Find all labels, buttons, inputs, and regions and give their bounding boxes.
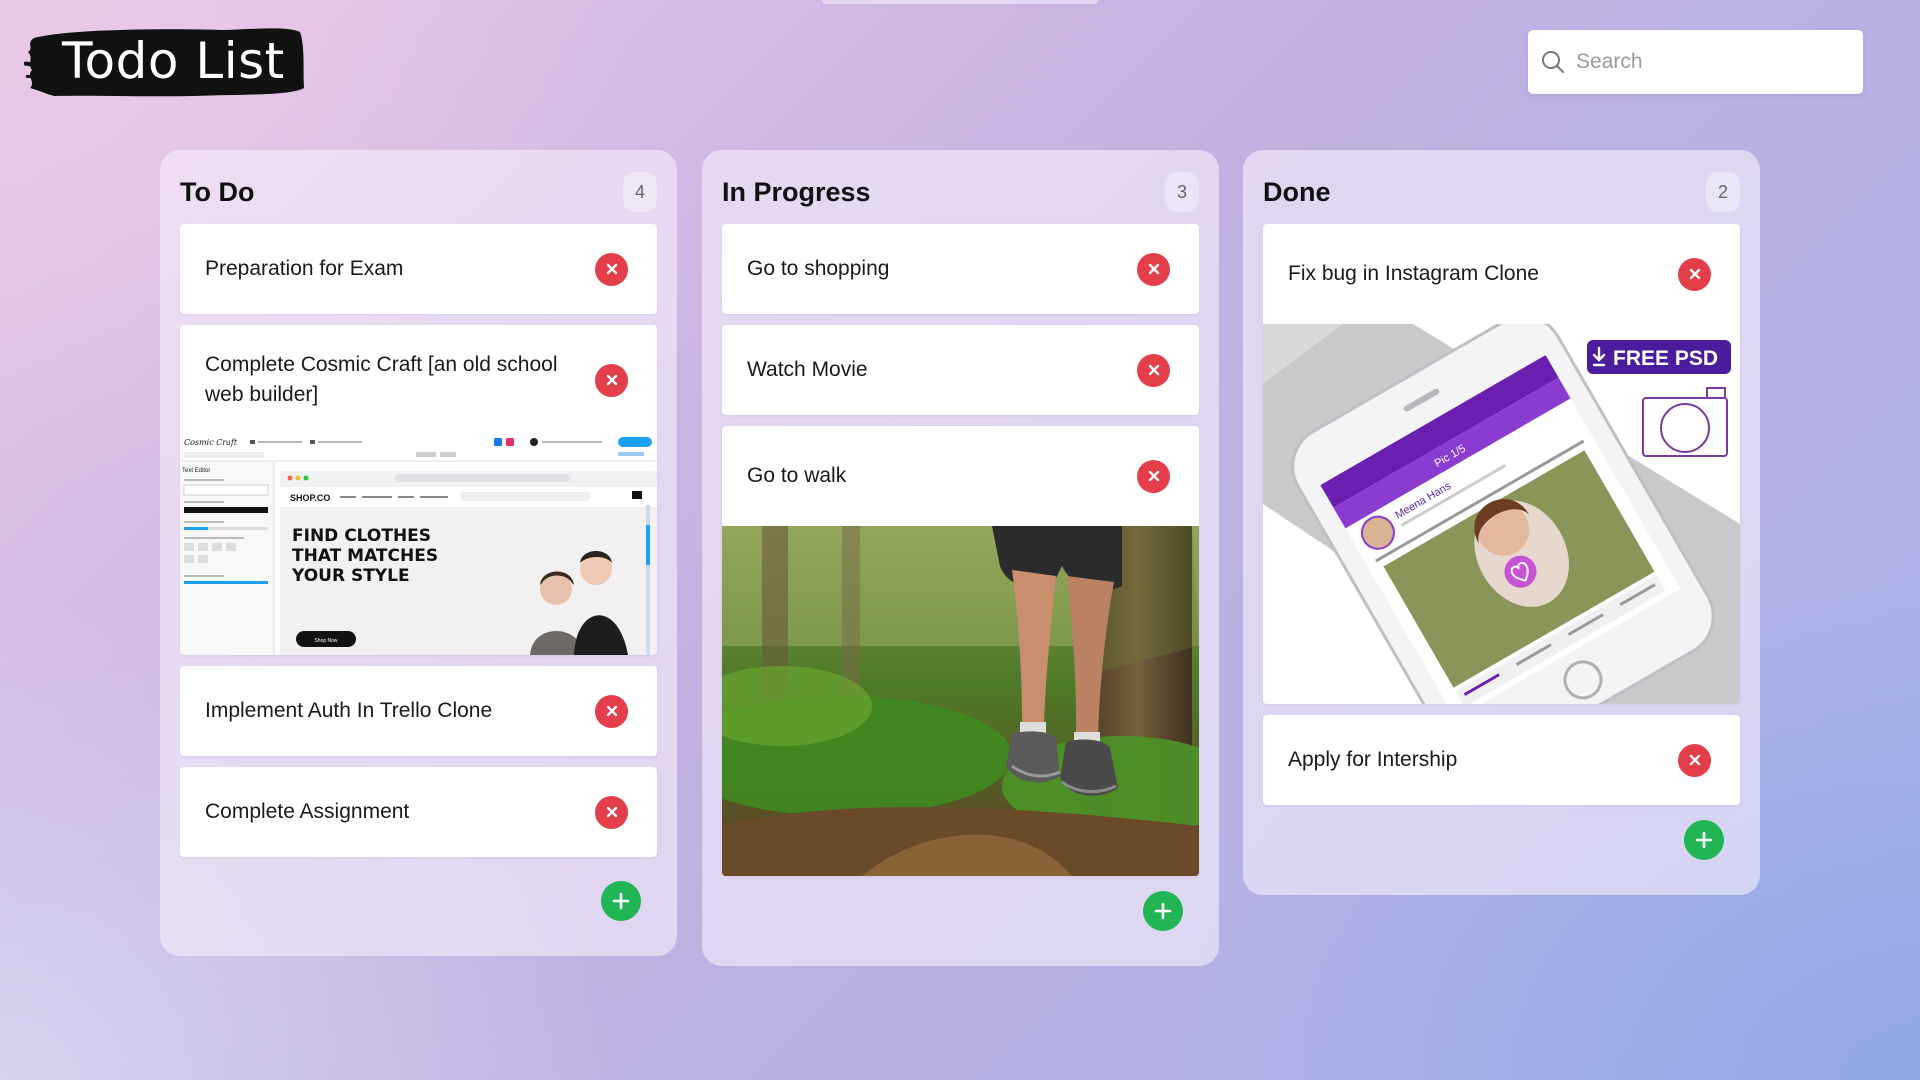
add-task-button[interactable] [1143, 891, 1183, 931]
search-icon [1542, 51, 1564, 73]
top-edge-tab [822, 0, 1098, 4]
task-title: Fix bug in Instagram Clone [1288, 262, 1539, 285]
task-title: Complete Cosmic Craft [an old school web… [205, 353, 558, 406]
column-title: To Do [180, 176, 255, 207]
app-logo: Todo List [24, 24, 306, 100]
column-header: Done 2 [1263, 150, 1740, 224]
task-card[interactable]: Complete Assignment [180, 767, 657, 857]
task-card[interactable]: Complete Cosmic Craft [an old school web… [180, 325, 657, 655]
plus-icon [612, 892, 630, 910]
hero-line-1: FIND CLOTHES [292, 526, 431, 546]
task-card[interactable]: Go to shopping [722, 224, 1199, 314]
hero-line-3: YOUR STYLE [291, 566, 410, 586]
task-title: Complete Assignment [205, 800, 410, 823]
add-task-button[interactable] [1684, 820, 1724, 860]
close-icon [606, 705, 617, 717]
task-title: Watch Movie [747, 358, 868, 381]
task-card[interactable]: Watch Movie [722, 325, 1199, 415]
plus-icon [1695, 831, 1713, 849]
free-psd-badge: FREE PSD [1613, 347, 1718, 370]
task-attachment-image: Pic 1/5 Meena Hans FREE PSD [1263, 324, 1740, 704]
task-title: Preparation for Exam [205, 257, 404, 280]
column-done: Done 2 Fix bug in Instagram Clone Pic 1/… [1243, 150, 1760, 895]
close-icon [1148, 470, 1159, 482]
close-icon [1689, 754, 1700, 766]
column-title: In Progress [722, 176, 871, 207]
site-logo: SHOP.CO [290, 493, 330, 503]
delete-task-button[interactable] [595, 252, 628, 286]
task-title: Go to walk [747, 464, 847, 487]
task-attachment-image: Cosmic Craft Text Editor SHOP.CO FIND CL… [180, 435, 657, 655]
hero-cta: Shop Now [314, 638, 337, 644]
task-title: Apply for Intership [1288, 748, 1458, 771]
task-title: Implement Auth In Trello Clone [205, 699, 493, 722]
delete-task-button[interactable] [1678, 257, 1711, 291]
close-icon [606, 263, 617, 275]
task-card[interactable]: Fix bug in Instagram Clone Pic 1/5 Meena… [1263, 224, 1740, 704]
task-card[interactable]: Go to walk [722, 426, 1199, 876]
column-todo: To Do 4 Preparation for Exam Complete Co… [160, 150, 677, 956]
task-title: Go to shopping [747, 257, 890, 280]
close-icon [606, 374, 617, 386]
close-icon [1689, 268, 1700, 280]
plus-icon [1154, 902, 1172, 920]
delete-task-button[interactable] [595, 795, 628, 829]
task-card[interactable]: Preparation for Exam [180, 224, 657, 314]
column-header: In Progress 3 [722, 150, 1199, 224]
column-count-badge: 2 [1706, 172, 1740, 212]
search-input[interactable] [1576, 50, 1846, 74]
delete-task-button[interactable] [1137, 252, 1170, 286]
add-task-button[interactable] [601, 881, 641, 921]
task-card[interactable]: Apply for Intership [1263, 715, 1740, 805]
builder-brand: Cosmic Craft [184, 438, 238, 447]
delete-task-button[interactable] [595, 363, 628, 397]
app-title: Todo List [62, 32, 285, 90]
delete-task-button[interactable] [1678, 743, 1711, 777]
task-attachment-image [722, 526, 1199, 876]
close-icon [1148, 263, 1159, 275]
delete-task-button[interactable] [1137, 353, 1170, 387]
close-icon [1148, 364, 1159, 376]
close-icon [606, 806, 617, 818]
delete-task-button[interactable] [1137, 459, 1170, 493]
column-in-progress: In Progress 3 Go to shopping Watch Movie… [702, 150, 1219, 966]
delete-task-button[interactable] [595, 694, 628, 728]
column-title: Done [1263, 176, 1331, 207]
column-header: To Do 4 [180, 150, 657, 224]
builder-panel-title: Text Editor [182, 468, 210, 474]
column-count-badge: 3 [1165, 172, 1199, 212]
column-count-badge: 4 [623, 172, 657, 212]
search-box[interactable] [1528, 30, 1863, 94]
hero-line-2: THAT MATCHES [292, 546, 438, 566]
task-card[interactable]: Implement Auth In Trello Clone [180, 666, 657, 756]
